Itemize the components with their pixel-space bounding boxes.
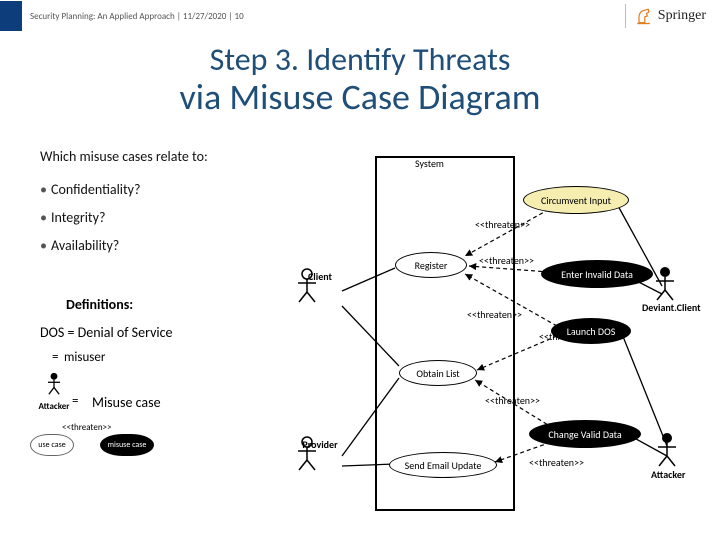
brand-text: Springer [658,8,706,24]
actor-client: Client [295,268,345,283]
legend-use-case-ellipse: use case [30,434,74,456]
slide-title: Step 3. Identify Threats via Misuse Case… [0,40,720,119]
usecase-obtain-list: Obtain List [399,360,477,386]
springer-horse-icon [634,6,654,26]
title-line-1: Step 3. Identify Threats [0,40,720,79]
bullet-integrity: •Integrity? [40,204,141,232]
header-divider [625,4,626,28]
stereo-threaten-3: <<threaten>> [467,308,522,321]
stereo-threaten-1: <<threaten>> [475,218,530,231]
legend-threaten-label: <<threaten>> [62,422,112,433]
cia-bullets: •Confidentiality? •Integrity? •Availabil… [40,176,141,260]
stick-figure-icon [295,436,319,472]
definitions-heading: Definitions: [66,296,133,313]
slide-header: Security Planning: An Applied Approach |… [0,0,720,32]
stereo-threaten-4: <<threaten>> [539,330,594,343]
misuse-circumvent-input: Circumvent Input [523,186,629,214]
bullet-availability: •Availability? [40,232,141,260]
misuse-case-diagram: System [307,156,712,516]
breadcrumb: Security Planning: An Applied Approach |… [30,11,244,22]
legend-misuser: misuser [64,350,105,365]
stereo-threaten-6: <<threaten>> [529,456,584,469]
slide-root: Security Planning: An Applied Approach |… [0,0,720,540]
legend-misuse-case: Misuse case [92,394,161,411]
actor-provider: Provider [295,436,345,451]
stick-figure-icon [653,266,677,302]
brand-logo: Springer [634,6,720,26]
usecase-register: Register [395,252,467,278]
header-accent-bar [0,1,22,31]
stick-figure-icon [295,268,319,304]
prompt-text: Which misuse cases relate to: [40,148,208,165]
misuse-change-valid-data: Change Valid Data [529,420,641,448]
usecase-send-email: Send Email Update [389,452,497,478]
legend-misuse-case-ellipse: misuse case [100,434,154,456]
misuse-enter-invalid-data: Enter Invalid Data [541,260,653,288]
stick-figure-icon [45,372,63,396]
definition-dos: DOS = Denial of Service [40,324,173,341]
title-line-2: via Misuse Case Diagram [0,75,720,119]
actor-deviant-client-label: Deviant.Client [642,301,701,314]
stick-figure-icon [655,432,679,468]
legend-attacker-actor: Attacker [34,372,74,412]
bullet-confidentiality: •Confidentiality? [40,176,141,204]
stereo-threaten-2: <<threaten>> [479,254,534,267]
stereo-threaten-5: <<threaten>> [485,394,540,407]
actor-attacker-label: Attacker [651,468,685,481]
diagram-connectors [307,156,712,516]
legend-attacker-label: Attacker [34,401,74,412]
